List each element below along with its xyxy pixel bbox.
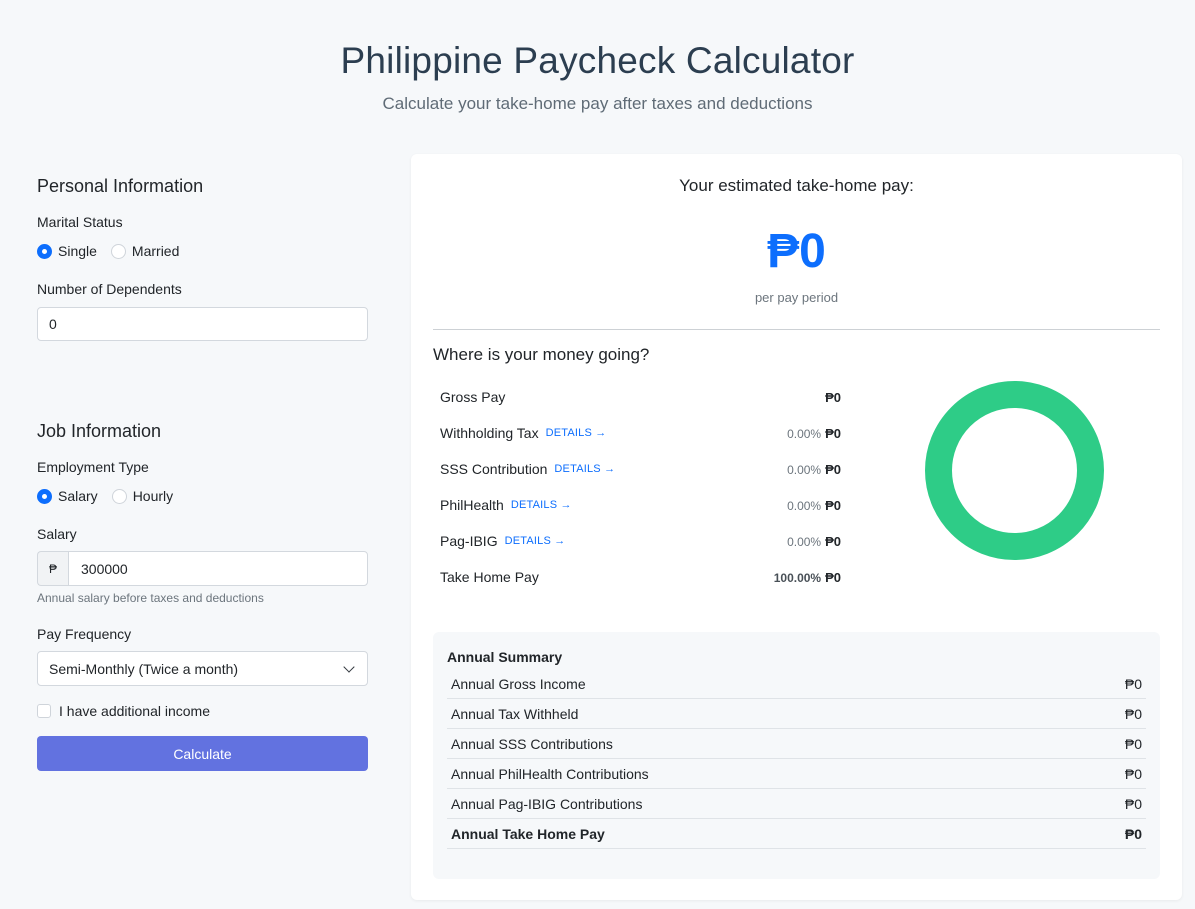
radio-married[interactable]: Married [110, 243, 180, 259]
pay-frequency-label: Pay Frequency [37, 626, 132, 642]
annual-summary-title: Annual Summary [447, 649, 563, 665]
breakdown-row-philhealth: PhilHealth DETAILS → 0.00% ₱0 [440, 497, 841, 513]
breakdown-label: Take Home Pay [440, 569, 539, 585]
summary-label: Annual Take Home Pay [451, 825, 605, 842]
philhealth-details-link[interactable]: DETAILS → [511, 499, 572, 511]
divider [433, 329, 1160, 330]
radio-single-label: Single [58, 243, 97, 259]
summary-row: Annual SSS Contributions ₱0 [447, 729, 1146, 759]
radio-married-label: Married [131, 243, 180, 259]
breakdown-amount: ₱0 [825, 533, 841, 549]
pay-frequency-select[interactable]: Semi-Monthly (Twice a month) [37, 651, 368, 686]
additional-income-row[interactable]: I have additional income [37, 703, 210, 719]
breakdown-row-pag-ibig: Pag-IBIG DETAILS → 0.00% ₱0 [440, 533, 841, 549]
page-subtitle: Calculate your take-home pay after taxes… [382, 94, 813, 113]
breakdown-amount: ₱0 [825, 425, 841, 441]
breakdown-amount: ₱0 [825, 569, 841, 585]
sss-details-link[interactable]: DETAILS → [554, 463, 615, 475]
dependents-input[interactable]: 0 [37, 307, 368, 341]
breakdown-label: Withholding Tax [440, 425, 539, 441]
radio-hourly[interactable]: Hourly [111, 488, 174, 504]
radio-salary-label: Salary [58, 488, 98, 504]
summary-value: ₱0 [1124, 675, 1142, 692]
summary-row: Annual Tax Withheld ₱0 [447, 699, 1146, 729]
summary-row-total: Annual Take Home Pay ₱0 [447, 819, 1146, 849]
summary-value: ₱0 [1124, 795, 1142, 812]
additional-income-checkbox[interactable] [37, 704, 51, 718]
chevron-down-icon [343, 660, 355, 673]
breakdown-amount: ₱0 [825, 389, 841, 405]
marital-status-label: Marital Status [37, 214, 123, 230]
radio-hourly-label: Hourly [132, 488, 174, 504]
takehome-label: Your estimated take-home pay: [679, 176, 914, 195]
summary-label: Annual PhilHealth Contributions [451, 765, 649, 782]
breakdown-percent: 0.00% [787, 426, 822, 441]
summary-value: ₱0 [1124, 765, 1142, 782]
additional-income-label: I have additional income [59, 703, 210, 719]
pag-ibig-details-link[interactable]: DETAILS → [505, 535, 566, 547]
summary-row: Annual PhilHealth Contributions ₱0 [447, 759, 1146, 789]
breakdown-percent: 0.00% [787, 462, 822, 477]
calculate-button[interactable]: Calculate [37, 736, 368, 771]
breakdown-row-withholding-tax: Withholding Tax DETAILS → 0.00% ₱0 [440, 425, 841, 441]
summary-value: ₱0 [1124, 825, 1142, 842]
peso-prefix: ₱ [37, 551, 68, 586]
breakdown-row-gross-pay: Gross Pay ₱0 [440, 389, 841, 405]
radio-single-indicator[interactable] [37, 243, 52, 259]
summary-label: Annual Pag-IBIG Contributions [451, 795, 643, 812]
breakdown-donut-chart [925, 381, 1104, 560]
breakdown-row-sss: SSS Contribution DETAILS → 0.00% ₱0 [440, 461, 841, 477]
salary-input-group: ₱ 300000 [37, 551, 368, 586]
page-title: Philippine Paycheck Calculator [340, 40, 855, 81]
summary-label: Annual SSS Contributions [451, 735, 613, 752]
breakdown-row-take-home: Take Home Pay 100.00% ₱0 [440, 569, 841, 585]
marital-status-radio-group: Single Married [37, 243, 193, 259]
results-card: Your estimated take-home pay: ₱0 per pay… [411, 154, 1182, 900]
breakdown-amount: ₱0 [825, 497, 841, 513]
breakdown-label: SSS Contribution [440, 461, 548, 477]
summary-value: ₱0 [1124, 705, 1142, 722]
salary-help-text: Annual salary before taxes and deduction… [37, 591, 264, 605]
radio-salary-indicator[interactable] [37, 488, 52, 504]
summary-row: Annual Gross Income ₱0 [447, 669, 1146, 699]
breakdown-percent: 0.00% [787, 534, 822, 549]
summary-label: Annual Gross Income [451, 675, 586, 692]
annual-summary: Annual Summary Annual Gross Income ₱0 An… [433, 632, 1160, 879]
pay-frequency-value: Semi-Monthly (Twice a month) [49, 660, 239, 677]
donut-take-home-segment [925, 381, 1104, 560]
breakdown-label: Pag-IBIG [440, 533, 498, 549]
radio-hourly-indicator[interactable] [111, 488, 127, 504]
breakdown-heading: Where is your money going? [433, 345, 650, 364]
breakdown-amount: ₱0 [825, 461, 841, 477]
radio-single[interactable]: Single [37, 243, 97, 259]
personal-info-heading: Personal Information [37, 176, 204, 196]
employment-type-label: Employment Type [37, 459, 149, 475]
takehome-amount: ₱0 [767, 225, 826, 278]
employment-type-radio-group: Salary Hourly [37, 488, 187, 504]
salary-input[interactable]: 300000 [68, 551, 368, 586]
per-period-text: per pay period [754, 290, 839, 305]
summary-label: Annual Tax Withheld [451, 705, 579, 722]
radio-salary[interactable]: Salary [37, 488, 98, 504]
salary-label: Salary [37, 526, 77, 542]
breakdown-percent: 100.00% [773, 570, 822, 585]
breakdown-percent: 0.00% [787, 498, 822, 513]
breakdown-label: Gross Pay [440, 389, 506, 405]
summary-row: Annual Pag-IBIG Contributions ₱0 [447, 789, 1146, 819]
summary-value: ₱0 [1124, 735, 1142, 752]
withholding-details-link[interactable]: DETAILS → [546, 427, 607, 439]
breakdown-label: PhilHealth [440, 497, 504, 513]
radio-married-indicator[interactable] [110, 243, 126, 259]
job-info-heading: Job Information [37, 421, 162, 441]
dependents-label: Number of Dependents [37, 281, 182, 297]
